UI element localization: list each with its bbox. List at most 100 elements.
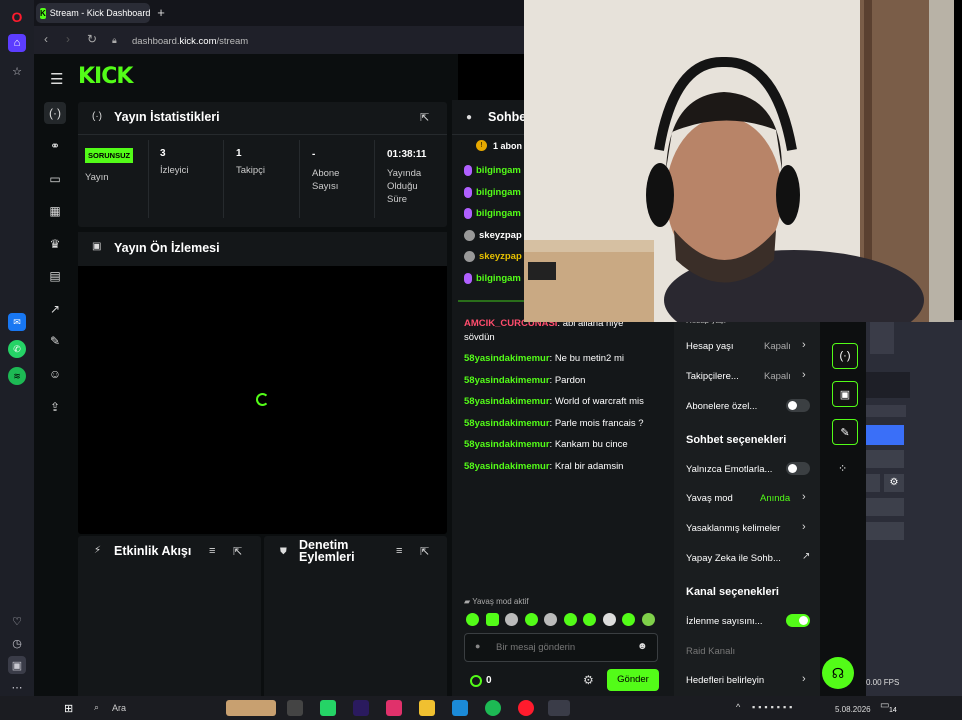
link-nav-icon[interactable]: ⚭ xyxy=(44,135,66,157)
view-count-toggle[interactable] xyxy=(786,614,810,627)
forward-icon[interactable]: › xyxy=(66,32,70,46)
taskbar-search-icon[interactable]: ⌕ xyxy=(94,702,99,713)
menu-item-banned-words[interactable]: Yasaklanmış kelimeler xyxy=(686,523,780,534)
upload-nav-icon[interactable]: ⇪ xyxy=(44,396,66,418)
popout-icon[interactable]: ⇱ xyxy=(420,111,429,124)
mod-popout-icon[interactable]: ⇱ xyxy=(420,545,429,558)
menu-item-emotes-only[interactable]: Yalnızca Emotlarla... xyxy=(686,464,772,475)
mod-filter-icon[interactable]: ≡ xyxy=(396,545,402,557)
messenger-icon[interactable]: ✉ xyxy=(8,313,26,331)
taskbar-search-text[interactable]: Ara xyxy=(112,703,126,713)
menu-item-account-age[interactable]: Hesap yaşı xyxy=(686,341,734,352)
tools-nav-icon[interactable]: ✎ xyxy=(44,330,66,352)
emote-icon[interactable] xyxy=(603,613,616,626)
emote-icon[interactable] xyxy=(583,613,596,626)
broadcast-tool-icon[interactable]: (·) xyxy=(832,343,858,369)
emote-icon[interactable] xyxy=(505,613,518,626)
windows-start-icon[interactable]: ⊞ xyxy=(64,702,73,715)
chat-message-user[interactable]: 58yasindakimemur xyxy=(464,418,550,429)
history-icon[interactable]: ◷ xyxy=(8,634,26,652)
emoji-icon[interactable]: ☻ xyxy=(637,641,648,652)
new-tab-icon[interactable]: + xyxy=(154,6,168,20)
menu-item-subs-only[interactable]: Abonelere özel... xyxy=(686,401,757,412)
home-icon[interactable]: ⌂ xyxy=(8,34,26,52)
obs-item[interactable] xyxy=(866,498,904,516)
whatsapp-icon[interactable]: ✆ xyxy=(8,340,26,358)
reload-icon[interactable]: ↻ xyxy=(87,32,97,46)
support-icon[interactable]: ☊ xyxy=(822,657,854,689)
emote-icon[interactable] xyxy=(525,613,538,626)
tray-icons[interactable]: ▪▪▪▪▪▪▪ xyxy=(752,702,795,712)
kick-logo[interactable]: KICK xyxy=(78,64,133,89)
menu-item-ai-chat[interactable]: Yapay Zeka ile Sohb... xyxy=(686,553,781,564)
chevron-right-icon[interactable]: › xyxy=(802,673,806,685)
wrench-tool-icon[interactable]: ✎ xyxy=(832,419,858,445)
obs-settings-icon[interactable]: ⚙ xyxy=(884,474,904,492)
extensions-icon[interactable]: ▣ xyxy=(8,656,26,674)
menu-item-raid-channel[interactable]: Raid Kanalı xyxy=(686,646,735,657)
spotify-icon[interactable]: ≋ xyxy=(8,367,26,385)
menu-icon[interactable]: ☰ xyxy=(50,70,63,88)
subs-only-toggle[interactable] xyxy=(786,399,810,412)
chart-icon[interactable]: ↗ xyxy=(802,551,810,562)
obs-item[interactable] xyxy=(866,474,880,492)
chat-user-item[interactable]: skeyzpap xyxy=(464,230,522,241)
chat-message-user[interactable]: 58yasindakimemur xyxy=(464,439,550,450)
task-view-icon[interactable] xyxy=(287,700,303,716)
video-nav-icon[interactable]: ▤ xyxy=(44,265,66,287)
camera-tool-icon[interactable]: ▣ xyxy=(832,381,858,407)
back-icon[interactable]: ‹ xyxy=(44,32,48,46)
chat-user-item[interactable]: bilgingam xyxy=(464,165,521,176)
obs-item[interactable] xyxy=(866,450,904,468)
chat-settings-icon[interactable]: ⚙ xyxy=(583,673,594,687)
obs-selected-item[interactable] xyxy=(866,425,904,445)
opera-logo-icon[interactable]: O xyxy=(8,8,26,26)
spotify-taskbar-icon[interactable] xyxy=(485,700,501,716)
heart-icon[interactable]: ♡ xyxy=(8,612,26,630)
premiere-taskbar-icon[interactable] xyxy=(353,700,369,716)
users-nav-icon[interactable]: ☺ xyxy=(44,363,66,385)
emote-icon[interactable] xyxy=(466,613,479,626)
menu-item-slow-mode[interactable]: Yavaş mod xyxy=(686,493,733,504)
chevron-right-icon[interactable]: › xyxy=(802,521,806,533)
window-nav-icon[interactable]: ▭ xyxy=(44,168,66,190)
edge-taskbar-icon[interactable] xyxy=(452,700,468,716)
emotes-only-toggle[interactable] xyxy=(786,462,810,475)
explorer-taskbar-icon[interactable] xyxy=(419,700,435,716)
send-button[interactable]: Gönder xyxy=(607,669,659,691)
chart-nav-icon[interactable]: ▦ xyxy=(44,200,66,222)
menu-item-followers[interactable]: Takipçilere... xyxy=(686,371,739,382)
share-icon[interactable]: ⁘ xyxy=(838,462,847,475)
menu-item-set-goals[interactable]: Hedefleri belirleyin xyxy=(686,675,764,686)
opera-taskbar-icon[interactable] xyxy=(518,700,534,716)
chat-message-user[interactable]: 58yasindakimemur xyxy=(464,375,550,386)
url-field[interactable]: dashboard.kick.com/stream xyxy=(132,32,552,50)
menu-item-view-count[interactable]: İzlenme sayısını... xyxy=(686,616,763,627)
emote-picker-icon[interactable]: ● xyxy=(475,641,480,651)
chevron-right-icon[interactable]: › xyxy=(802,369,806,381)
chat-user-item[interactable]: skeyzpap xyxy=(464,251,522,262)
whatsapp-taskbar-icon[interactable] xyxy=(320,700,336,716)
chat-message-user[interactable]: 58yasindakimemur xyxy=(464,396,550,407)
chat-message-user[interactable]: 58yasindakimemur xyxy=(464,461,550,472)
analytics-nav-icon[interactable]: ↗ xyxy=(44,298,66,320)
trophy-nav-icon[interactable]: ♛ xyxy=(44,233,66,255)
emote-icon[interactable] xyxy=(544,613,557,626)
emote-icon[interactable] xyxy=(486,613,499,626)
chat-user-item[interactable]: bilgingam xyxy=(464,208,521,219)
emote-icon[interactable] xyxy=(642,613,655,626)
chevron-right-icon[interactable]: › xyxy=(802,339,806,351)
app-taskbar-icon[interactable] xyxy=(386,700,402,716)
chat-user-item[interactable]: bilgingam xyxy=(464,187,521,198)
emote-icon[interactable] xyxy=(622,613,635,626)
emote-icon[interactable] xyxy=(564,613,577,626)
obs-taskbar-icon[interactable] xyxy=(548,700,570,716)
obs-item[interactable] xyxy=(866,522,904,540)
chevron-right-icon[interactable]: › xyxy=(802,491,806,503)
more-icon[interactable]: ⋯ xyxy=(8,678,26,696)
activity-popout-icon[interactable]: ⇱ xyxy=(233,545,242,558)
tray-chevron-icon[interactable]: ^ xyxy=(736,702,740,712)
chat-message-user[interactable]: 58yasindakimemur xyxy=(464,353,550,364)
stream-nav-icon[interactable]: (·) xyxy=(44,102,66,124)
star-icon[interactable]: ☆ xyxy=(8,62,26,80)
